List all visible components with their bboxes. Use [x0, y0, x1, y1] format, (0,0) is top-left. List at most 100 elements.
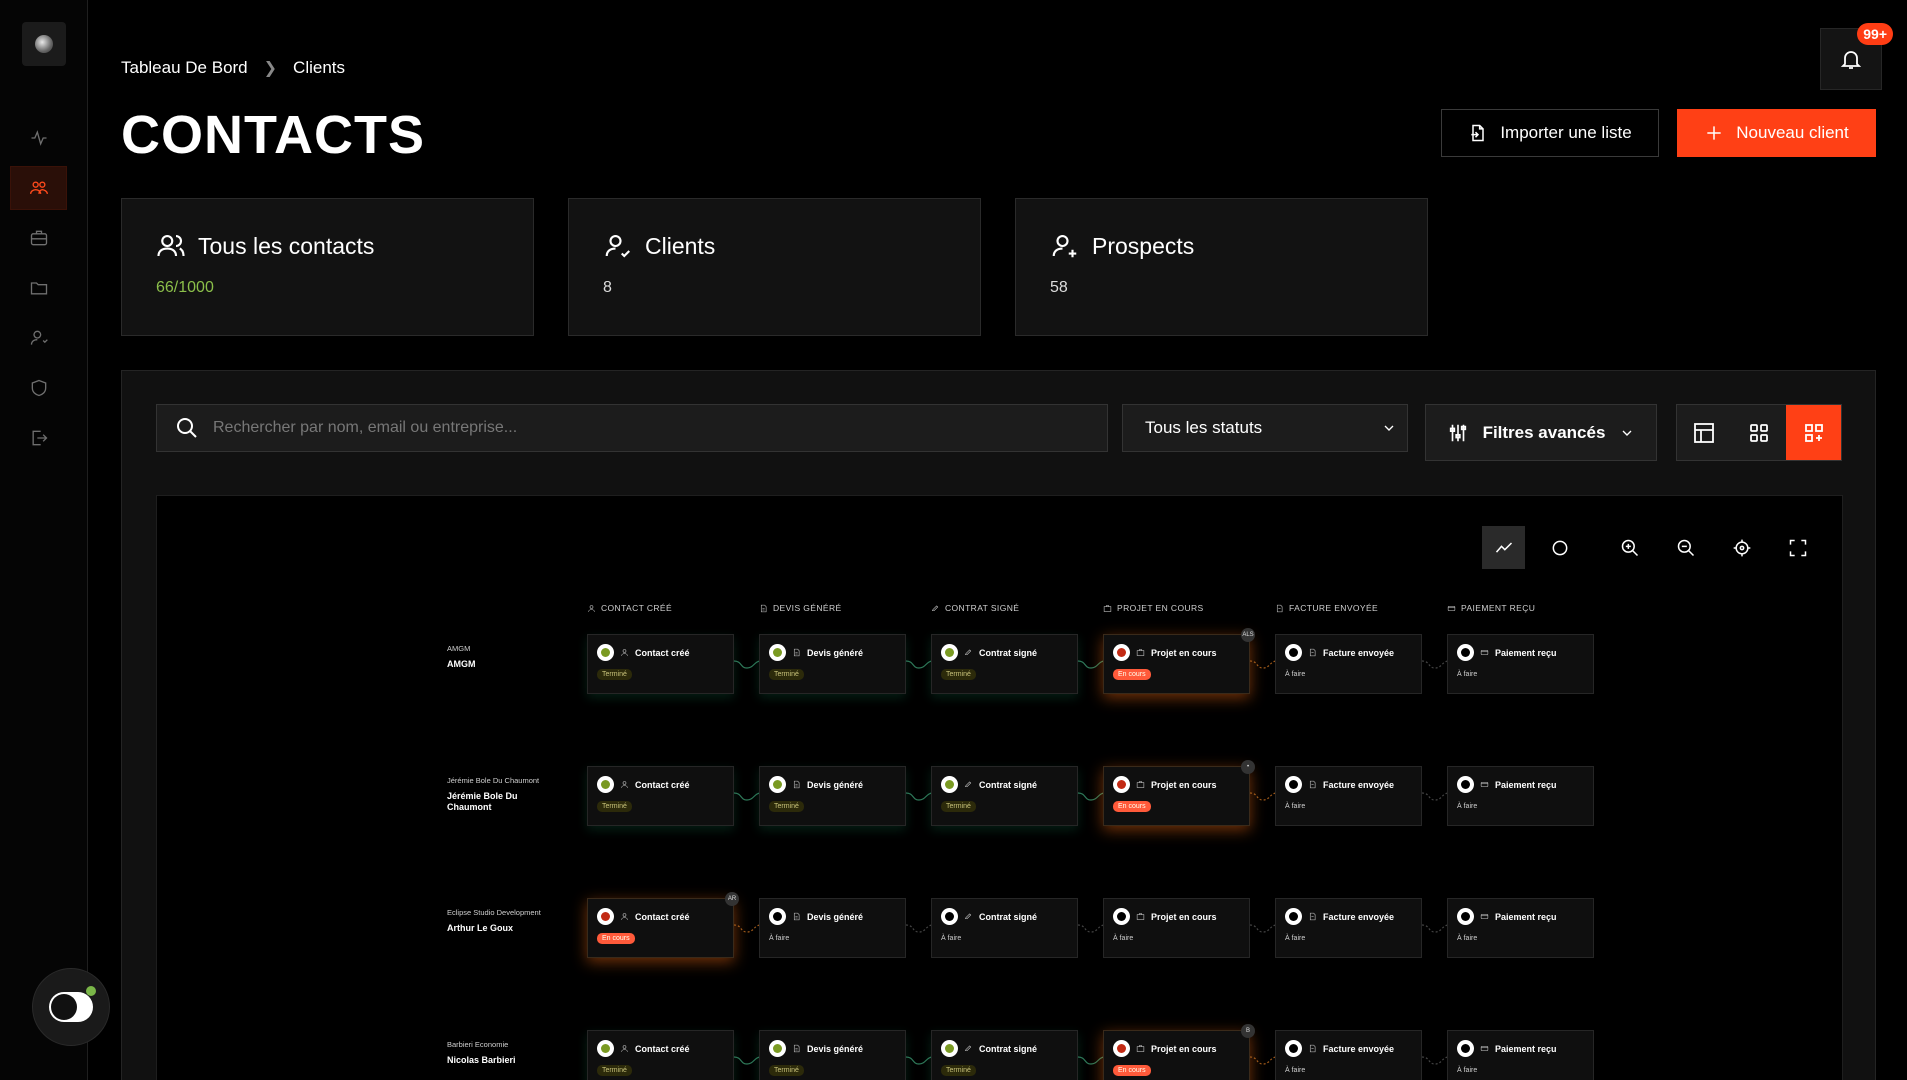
status-tag: À faire — [941, 935, 962, 942]
status-dot[interactable] — [1285, 1040, 1302, 1057]
pipeline-node-projet-en-cours[interactable]: Projet en cours En cours ALS — [1103, 628, 1255, 694]
column-header-label: Facture envoyée — [1289, 603, 1379, 613]
pipeline-node-contrat-signe[interactable]: Contrat signé Terminé — [931, 766, 1078, 826]
breadcrumb-home[interactable]: Tableau De Bord — [121, 58, 248, 78]
app-logo[interactable] — [22, 22, 66, 66]
view-table-button[interactable] — [1677, 405, 1732, 460]
pipeline-node-paiement-recu[interactable]: Paiement reçu À faire — [1447, 634, 1594, 694]
status-dot[interactable] — [769, 776, 786, 793]
status-dot[interactable] — [769, 908, 786, 925]
pipeline-node-contrat-signe[interactable]: Contrat signé Terminé — [931, 1030, 1078, 1080]
column-header-paiement-recu: Paiement reçu — [1447, 603, 1535, 613]
fullscreen-button[interactable] — [1776, 526, 1819, 569]
sidebar-item-contacts[interactable] — [10, 166, 67, 210]
pipeline-node-paiement-recu[interactable]: Paiement reçu À faire — [1447, 766, 1594, 826]
advanced-filters-button[interactable]: Filtres avancés — [1425, 404, 1657, 461]
pipeline-node-devis-genere[interactable]: Devis généré Terminé — [759, 1030, 906, 1080]
import-list-button[interactable]: Importer une liste — [1441, 109, 1659, 157]
row-label[interactable]: Barbieri Economie Nicolas Barbieri — [447, 1040, 547, 1066]
status-dot[interactable] — [1457, 644, 1474, 661]
status-dot[interactable] — [1457, 776, 1474, 793]
status-dot[interactable] — [1113, 644, 1130, 661]
pipeline-node-contact-cree[interactable]: Contact créé Terminé — [587, 634, 734, 694]
new-client-label: Nouveau client — [1736, 123, 1849, 142]
step-connector — [1078, 924, 1105, 933]
pipeline-node-contrat-signe[interactable]: Contrat signé Terminé — [931, 634, 1078, 694]
pipeline-node-facture-envoyee[interactable]: Facture envoyée À faire — [1275, 1030, 1422, 1080]
pipeline-node-devis-genere[interactable]: Devis généré Terminé — [759, 766, 906, 826]
fullscreen-icon — [1789, 539, 1806, 556]
row-company: Barbieri Economie — [447, 1040, 509, 1049]
pipeline-node-facture-envoyee[interactable]: Facture envoyée À faire — [1275, 634, 1422, 694]
status-dot[interactable] — [1285, 908, 1302, 925]
pipeline-node-contrat-signe[interactable]: Contrat signé À faire — [931, 898, 1078, 958]
status-dot[interactable] — [1285, 644, 1302, 661]
sidebar-item-projects[interactable] — [10, 216, 67, 260]
pipeline-node-projet-en-cours[interactable]: Projet en cours En cours B — [1103, 1024, 1255, 1080]
status-dot[interactable] — [1113, 1040, 1130, 1057]
pipeline-node-projet-en-cours[interactable]: Projet en cours En cours • — [1103, 760, 1255, 826]
column-header-label: Devis généré — [773, 603, 842, 613]
sidebar-item-logout[interactable] — [10, 416, 67, 460]
pipeline-node-devis-genere[interactable]: Devis généré À faire — [759, 898, 906, 958]
notifications-button[interactable]: 99+ — [1820, 23, 1893, 90]
search-input[interactable] — [213, 419, 1093, 437]
status-dot[interactable] — [941, 1040, 958, 1057]
status-dot[interactable] — [1113, 776, 1130, 793]
pipeline-node-paiement-recu[interactable]: Paiement reçu À faire — [1447, 1030, 1594, 1080]
stat-label: Clients — [645, 232, 716, 259]
status-dot[interactable] — [1457, 1040, 1474, 1057]
status-dot[interactable] — [597, 908, 614, 925]
stat-card-prospects[interactable]: Prospects 58 — [1015, 198, 1428, 336]
pen-icon — [965, 649, 972, 656]
sidebar-item-activity[interactable] — [10, 116, 67, 160]
pipeline-node-projet-en-cours[interactable]: Projet en cours À faire — [1103, 898, 1250, 958]
node-title: Contact créé — [635, 779, 690, 790]
edges-toggle-button[interactable] — [1482, 526, 1525, 569]
stat-card-clients[interactable]: Clients 8 — [568, 198, 981, 336]
zoom-in-button[interactable] — [1608, 526, 1651, 569]
zoom-out-button[interactable] — [1664, 526, 1707, 569]
pipeline-node-facture-envoyee[interactable]: Facture envoyée À faire — [1275, 898, 1422, 958]
node-title: Devis généré — [807, 779, 864, 790]
status-dot[interactable] — [769, 1040, 786, 1057]
invoice-icon — [1309, 1044, 1316, 1053]
status-dot[interactable] — [941, 776, 958, 793]
theme-toggle[interactable] — [32, 968, 110, 1046]
sidebar-item-security[interactable] — [10, 366, 67, 410]
row-label[interactable]: AMGM AMGM — [447, 644, 547, 670]
grid-icon — [1750, 423, 1768, 442]
status-dot[interactable] — [597, 644, 614, 661]
status-dot[interactable] — [1457, 908, 1474, 925]
pipeline-node-contact-cree[interactable]: Contact créé Terminé — [587, 766, 734, 826]
pipeline-canvas[interactable]: Contact créé Devis généré Contrat signé Pro… — [156, 495, 1843, 1080]
status-dot[interactable] — [1285, 776, 1302, 793]
sliders-icon — [1449, 424, 1466, 441]
sidebar-item-account[interactable] — [10, 316, 67, 360]
view-grid-button[interactable] — [1732, 405, 1787, 460]
pipeline-node-facture-envoyee[interactable]: Facture envoyée À faire — [1275, 766, 1422, 826]
step-connector — [1422, 792, 1449, 801]
row-label[interactable]: Eclipse Studio Development Arthur Le Goux — [447, 908, 547, 934]
status-dot[interactable] — [597, 776, 614, 793]
sidebar-item-documents[interactable] — [10, 266, 67, 310]
pipeline-node-paiement-recu[interactable]: Paiement reçu À faire — [1447, 898, 1594, 958]
status-select[interactable]: Tous les statuts — [1122, 404, 1408, 452]
invoice-icon — [1309, 648, 1316, 657]
pipeline-node-devis-genere[interactable]: Devis généré Terminé — [759, 634, 906, 694]
status-dot[interactable] — [597, 1040, 614, 1057]
status-dot[interactable] — [1113, 908, 1130, 925]
pipeline-node-contact-cree[interactable]: Contact créé Terminé — [587, 1030, 734, 1080]
status-dot[interactable] — [941, 644, 958, 661]
center-view-button[interactable] — [1720, 526, 1763, 569]
nodes-toggle-button[interactable] — [1538, 526, 1581, 569]
search-box[interactable] — [156, 404, 1108, 452]
new-client-button[interactable]: Nouveau client — [1677, 109, 1876, 157]
pipeline-node-contact-cree[interactable]: Contact créé En cours AR — [587, 892, 739, 958]
document-icon — [760, 604, 767, 612]
row-label[interactable]: Jérémie Bole Du Chaumont Jérémie Bole Du … — [447, 776, 547, 814]
status-dot[interactable] — [769, 644, 786, 661]
status-dot[interactable] — [941, 908, 958, 925]
stat-card-all-contacts[interactable]: Tous les contacts 66/1000 — [121, 198, 534, 336]
view-flow-button[interactable] — [1786, 405, 1842, 460]
